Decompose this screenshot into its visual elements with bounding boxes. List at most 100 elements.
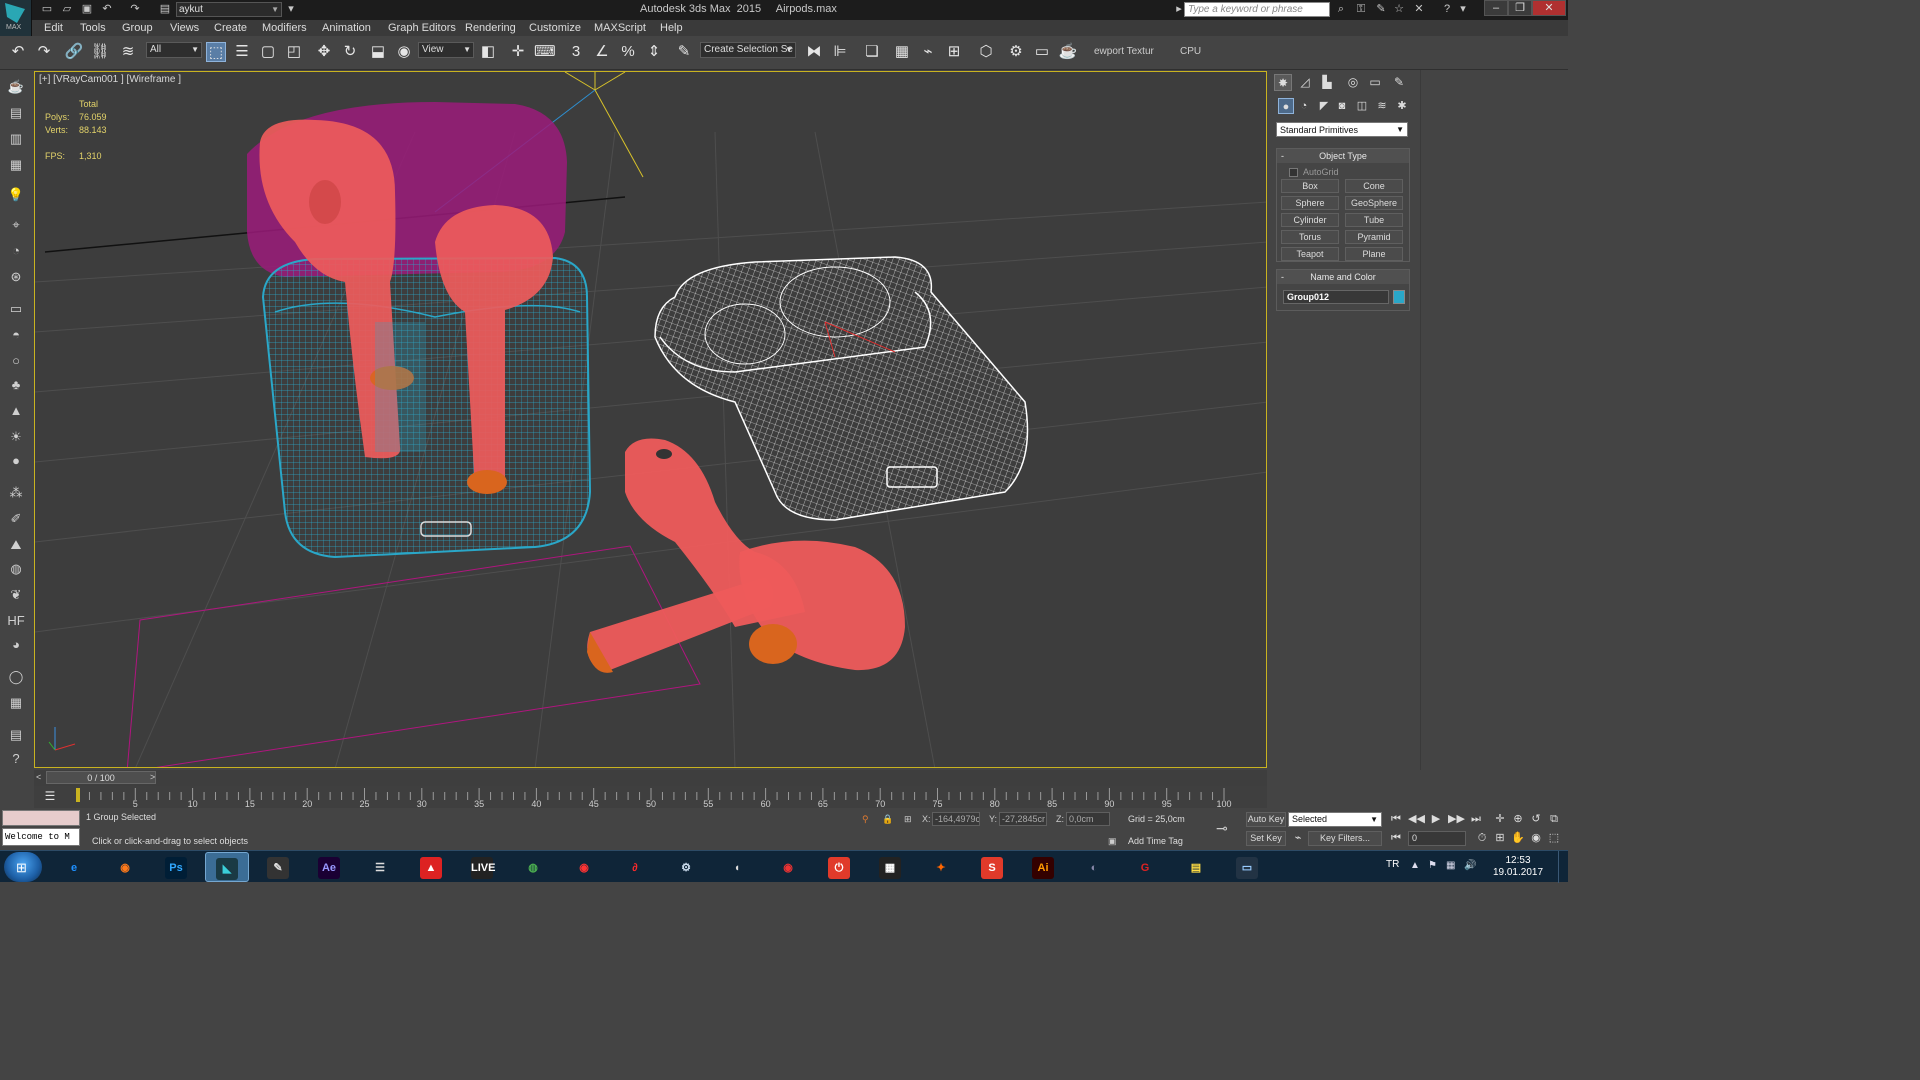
render-device-label[interactable]: CPU — [1180, 46, 1201, 57]
isolate-pin-icon[interactable]: ⚲ — [862, 814, 869, 825]
menu-animation[interactable]: Animation — [322, 22, 371, 34]
systems-icon[interactable]: ✱ — [1394, 98, 1410, 114]
viewport-label[interactable]: [+] [VRayCam001 ] [Wireframe ] — [39, 74, 181, 85]
tray-arrow-icon[interactable]: ▲ — [1410, 860, 1420, 871]
help-circle-icon[interactable]: ? — [6, 750, 26, 768]
table-icon[interactable]: ▦ — [6, 156, 26, 174]
grid-tool-icon[interactable]: ▦ — [6, 694, 26, 712]
taskbar-app-display[interactable]: ▭ — [1225, 852, 1269, 882]
menu-views[interactable]: Views — [170, 22, 199, 34]
material-ball-icon[interactable]: ◯ — [6, 668, 26, 686]
previous-frame-icon[interactable]: < — [36, 772, 41, 782]
maximize-viewport-icon[interactable]: ⧉ — [1546, 812, 1562, 827]
zoom-all-icon[interactable]: ⊕ — [1510, 812, 1526, 827]
second-case-wireframe[interactable] — [654, 256, 1029, 521]
link-icon[interactable]: 🔗 — [64, 42, 84, 62]
taskbar-app-movie-maker[interactable]: ▦ — [868, 852, 912, 882]
graphite-ribbon-icon[interactable]: ▦ — [892, 42, 912, 62]
set-key-button[interactable]: Set Key — [1246, 831, 1286, 846]
close-button[interactable]: ✕ — [1532, 0, 1566, 16]
language-indicator[interactable]: TR — [1386, 859, 1399, 870]
zoom-icon[interactable]: ✛ — [1492, 812, 1508, 827]
help-dropdown-icon[interactable]: ▾ — [1456, 3, 1470, 16]
cameras-icon[interactable]: ◙ — [1334, 98, 1350, 114]
taskbar-app-utorrent[interactable]: ◍ — [511, 852, 555, 882]
snaps-toggle-icon[interactable]: 3 — [566, 42, 586, 62]
dome-icon[interactable]: ◓ — [6, 326, 26, 344]
project-dropdown[interactable]: aykut ▼ — [176, 2, 282, 17]
mirror-icon[interactable]: ⧓ — [804, 42, 824, 62]
angle-snap-icon[interactable]: ∠ — [592, 42, 612, 62]
menu-graph-editors[interactable]: Graph Editors — [388, 22, 456, 34]
sphere-button[interactable]: Sphere — [1281, 196, 1339, 210]
rotate-icon[interactable]: ↻ — [340, 42, 360, 62]
taskbar-app-character-studio[interactable]: ☰ — [358, 852, 402, 882]
modify-tab-icon[interactable]: ◿ — [1296, 74, 1314, 91]
display-tab-icon[interactable]: ▭ — [1366, 74, 1384, 91]
key-icon[interactable]: ⊸ — [1216, 820, 1228, 837]
scale-icon[interactable]: ⬓ — [368, 42, 388, 62]
key-mode-toggle-icon[interactable]: ⏮ — [1388, 831, 1404, 846]
select-and-manipulate-icon[interactable]: ✛ — [508, 42, 528, 62]
help-icon[interactable]: ? — [1440, 3, 1454, 16]
menu-modifiers[interactable]: Modifiers — [262, 22, 307, 34]
layer-list-icon[interactable]: ▥ — [6, 130, 26, 148]
edit-named-selection-icon[interactable]: ✎ — [674, 42, 694, 62]
geometry-icon[interactable]: ● — [1278, 98, 1294, 114]
charging-case-wireframe-selected[interactable] — [261, 256, 592, 559]
walkthrough-icon[interactable]: ⬚ — [1546, 831, 1562, 846]
scene-explorer-icon[interactable]: ▤ — [6, 104, 26, 122]
tray-volume-icon[interactable]: 🔊 — [1464, 860, 1476, 871]
y-coord-input[interactable]: -27,2845cr — [999, 812, 1047, 826]
window-crossing-icon[interactable]: ◰ — [284, 42, 304, 62]
plant-icon[interactable]: ♣ — [6, 376, 26, 394]
taskbar-app-notes[interactable]: ✎ — [256, 852, 300, 882]
move-icon[interactable]: ✥ — [314, 42, 334, 62]
teapot-button[interactable]: Teapot — [1281, 247, 1339, 261]
taskbar-app-after-effects[interactable]: Ae — [307, 852, 351, 882]
plane-button[interactable]: Plane — [1345, 247, 1403, 261]
z-coord-input[interactable]: 0,0cm — [1066, 812, 1110, 826]
object-name-input[interactable]: Group012 — [1283, 290, 1389, 304]
next-frame-icon[interactable]: > — [150, 772, 155, 782]
taskbar-app-acrobat[interactable]: ▲ — [409, 852, 453, 882]
taskbar-app-chrome-canary[interactable]: ◉ — [562, 852, 606, 882]
quick-access-menu-icon[interactable]: ▾ — [284, 3, 298, 16]
camera-icon[interactable]: ⌖ — [6, 216, 26, 234]
pyramid-button[interactable]: Pyramid — [1345, 230, 1403, 244]
geosphere-button[interactable]: GeoSphere — [1345, 196, 1403, 210]
tray-flag-icon[interactable]: ⚑ — [1428, 860, 1437, 871]
grass-icon[interactable]: ❦ — [6, 586, 26, 604]
layer-manager-icon[interactable]: ❏ — [862, 42, 882, 62]
auto-key-button[interactable]: Auto Key — [1246, 812, 1286, 827]
rendered-frame-window-icon[interactable]: ▭ — [1032, 42, 1052, 62]
zoom-extents-icon[interactable]: ⊞ — [1492, 831, 1508, 846]
track-bar[interactable]: 5 10 15 20 25 30 35 40 45 50 55 60 65 70 75 80 85 90 95 100 — [34, 786, 1267, 808]
track-bar-ruler[interactable]: 5 10 15 20 25 30 35 40 45 50 55 60 65 70 75 80 85 90 95 100 — [34, 786, 1267, 808]
selection-filter-dropdown[interactable]: All ▼ — [146, 42, 202, 58]
menu-help[interactable]: Help — [660, 22, 683, 34]
schematic-view-icon[interactable]: ⊞ — [944, 42, 964, 62]
taskbar-app-cinema-4d[interactable]: ◐ — [1072, 852, 1116, 882]
menu-tools[interactable]: Tools — [80, 22, 106, 34]
select-by-name-icon[interactable]: ☰ — [232, 42, 252, 62]
tray-network-icon[interactable]: ▦ — [1446, 860, 1455, 871]
undo-icon[interactable]: ↶ — [100, 3, 114, 16]
menu-rendering[interactable]: Rendering — [465, 22, 516, 34]
lights-icon[interactable]: ◤ — [1316, 98, 1332, 114]
curve-editor-icon[interactable]: ⌁ — [918, 42, 938, 62]
taskbar-app-hash[interactable]: ✦ — [919, 852, 963, 882]
viewport-camera[interactable]: [+] [VRayCam001 ] [Wireframe ] Total Pol… — [34, 71, 1267, 768]
system-clock[interactable]: 12:53 19.01.2017 — [1490, 855, 1546, 879]
selection-lock-icon[interactable]: 🔒 — [882, 814, 893, 825]
app-logo[interactable]: MAX — [0, 0, 32, 36]
helpers-icon[interactable]: ◫ — [1354, 98, 1370, 114]
exchange-icon[interactable]: ✕ — [1412, 3, 1426, 16]
mini-curve-editor-icon[interactable]: ☰ — [40, 788, 60, 804]
go-to-end-icon[interactable]: ⏭ — [1468, 812, 1484, 827]
communication-icon[interactable]: ✎ — [1374, 3, 1388, 16]
menu-maxscript[interactable]: MAXScript — [594, 22, 646, 34]
menu-group[interactable]: Group — [122, 22, 153, 34]
cone-icon[interactable]: ▲ — [6, 402, 26, 420]
render-window-icon[interactable]: ▭ — [6, 300, 26, 318]
